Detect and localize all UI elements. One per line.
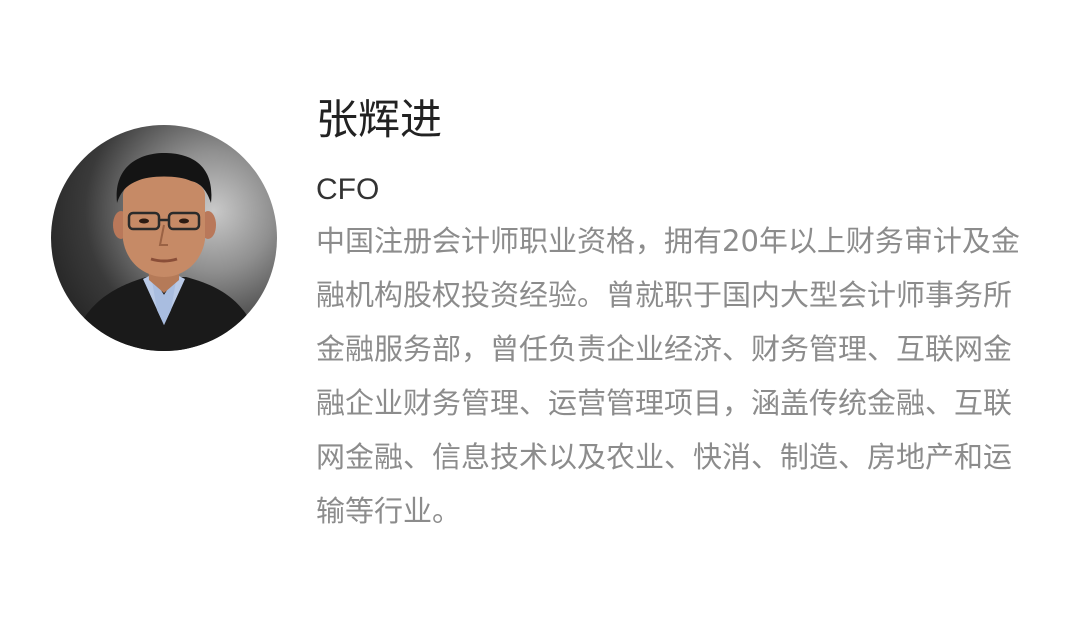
person-name: 张辉进 [316, 95, 443, 144]
profile-info: 张辉进 CFO 中国注册会计师职业资格，拥有20年以上财务审计及金融机构股权投资… [316, 92, 1036, 538]
profile-card: 张辉进 CFO 中国注册会计师职业资格，拥有20年以上财务审计及金融机构股权投资… [0, 0, 1080, 620]
job-title: CFO [316, 173, 380, 206]
portrait-photo [71, 153, 261, 351]
biography-text: 中国注册会计师职业资格，拥有20年以上财务审计及金融机构股权投资经验。曾就职于国… [316, 224, 1020, 528]
avatar [51, 125, 277, 351]
